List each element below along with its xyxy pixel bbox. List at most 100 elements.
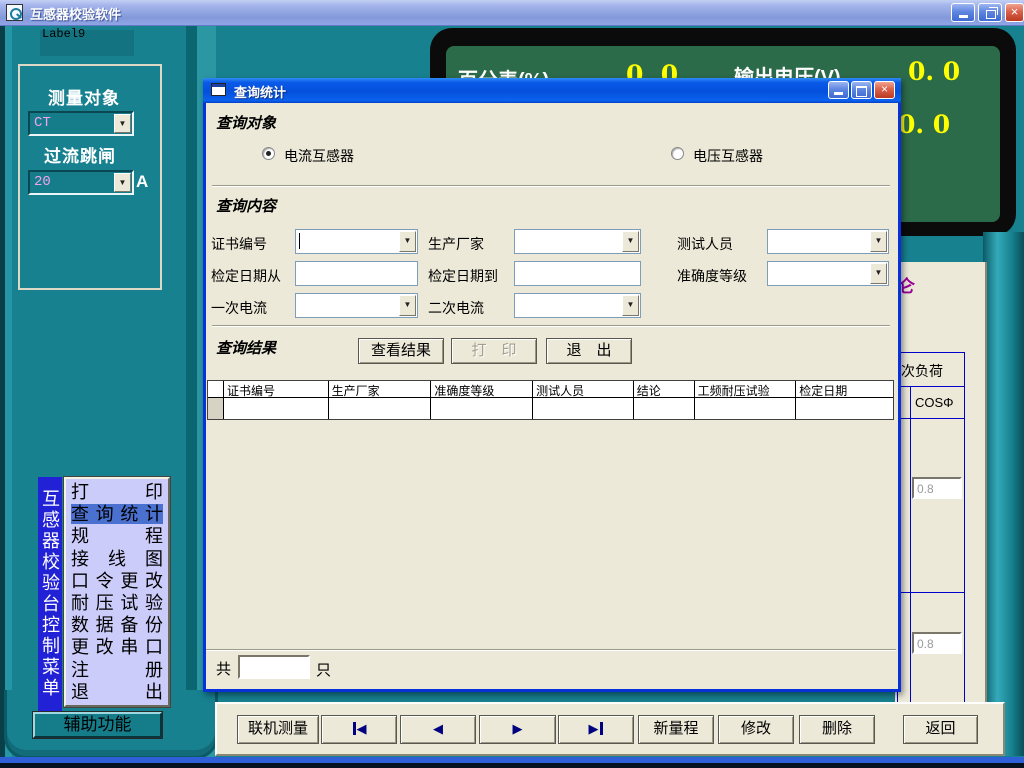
- cos-phi-input-2[interactable]: 0.8: [912, 632, 962, 654]
- chevron-down-icon[interactable]: ▼: [622, 231, 639, 252]
- trip-combo[interactable]: 20 ▼: [28, 170, 134, 195]
- nav-first-button[interactable]: ◀: [321, 715, 397, 744]
- primary-current-label: 一次电流: [211, 298, 267, 318]
- chevron-down-icon[interactable]: ▼: [870, 263, 887, 284]
- table-line: [898, 418, 964, 419]
- text-caret: [299, 233, 300, 249]
- menu-item-wiring-diagram[interactable]: 接线图: [71, 549, 163, 569]
- date-to-input[interactable]: [514, 261, 641, 286]
- radio-current-transformer-label[interactable]: 电流互感器: [284, 146, 354, 166]
- section-query-content: 查询内容: [216, 195, 276, 216]
- menu-item-change-serial[interactable]: 更改串口: [71, 637, 163, 657]
- exit-button[interactable]: 退 出: [546, 338, 632, 364]
- measure-object-label: 测量对象: [48, 84, 120, 109]
- secondary-current-label: 二次电流: [428, 298, 484, 318]
- aux-functions-button[interactable]: 辅助功能: [33, 712, 162, 738]
- radio-current-transformer[interactable]: [262, 147, 275, 160]
- table-line: [898, 592, 964, 593]
- print-button[interactable]: 打 印: [451, 338, 537, 364]
- table-row[interactable]: [208, 398, 893, 419]
- nav-next-button[interactable]: ▶: [479, 715, 556, 744]
- chevron-down-icon[interactable]: ▼: [870, 231, 887, 252]
- voltage-value: 0. 0: [908, 57, 960, 86]
- chevron-down-icon[interactable]: ▼: [114, 114, 131, 133]
- chevron-down-icon[interactable]: ▼: [399, 295, 416, 316]
- radio-voltage-transformer-label[interactable]: 电压互感器: [693, 146, 763, 166]
- section-query-result: 查询结果: [216, 337, 276, 358]
- section-query-object: 查询对象: [216, 112, 276, 133]
- table-cell[interactable]: [634, 398, 695, 419]
- table-cell[interactable]: [695, 398, 797, 419]
- menu-item-print[interactable]: 打印: [71, 482, 163, 502]
- table-cell[interactable]: [533, 398, 634, 419]
- modify-button[interactable]: 修改: [718, 715, 794, 744]
- accuracy-label: 准确度等级: [677, 266, 747, 286]
- nav-next-icon: ▶: [513, 721, 523, 736]
- col-manufacturer: 生产厂家: [329, 381, 432, 398]
- new-range-button[interactable]: 新量程: [638, 715, 714, 744]
- table-cell[interactable]: [796, 398, 893, 419]
- minimize-icon: [959, 15, 968, 18]
- date-from-input[interactable]: [295, 261, 418, 286]
- main-minimize-button[interactable]: [951, 3, 975, 22]
- bottom-dark-band: [0, 763, 1024, 768]
- measure-object-value: CT: [34, 115, 51, 131]
- online-measure-button[interactable]: 联机测量: [237, 715, 319, 744]
- chevron-down-icon[interactable]: ▼: [399, 231, 416, 252]
- view-results-button[interactable]: 查看结果: [358, 338, 444, 364]
- measure-object-combo[interactable]: CT ▼: [28, 111, 134, 136]
- dialog-close-button[interactable]: ×: [874, 81, 895, 99]
- load-label: 次负荷: [901, 361, 943, 381]
- form-icon: [211, 83, 226, 96]
- menu-item-rules[interactable]: 规程: [71, 526, 163, 546]
- nav-last-button[interactable]: ▶: [558, 715, 634, 744]
- table-cell[interactable]: [329, 398, 432, 419]
- table-cell[interactable]: [224, 398, 329, 419]
- back-button[interactable]: 返回: [903, 715, 978, 744]
- close-icon: ×: [1011, 4, 1019, 19]
- radio-voltage-transformer[interactable]: [671, 147, 684, 160]
- manufacturer-combo[interactable]: ▼: [514, 229, 641, 254]
- cert-no-combo[interactable]: ▼: [295, 229, 418, 254]
- dialog-title: 查询统计: [234, 82, 286, 101]
- date-to-label: 检定日期到: [428, 266, 498, 286]
- bottom-toolbar: 联机测量 ◀ ◀ ▶ ▶ 新量程 修改 删除 返回: [215, 702, 1005, 756]
- row-selector-header: [208, 381, 224, 398]
- voltage-value-2: 0. 0: [898, 110, 950, 139]
- nav-prev-button[interactable]: ◀: [400, 715, 476, 744]
- delete-button[interactable]: 删除: [799, 715, 875, 744]
- chevron-down-icon[interactable]: ▼: [622, 295, 639, 316]
- trip-label: 过流跳闸: [44, 142, 116, 167]
- minimize-icon: [834, 92, 843, 95]
- nav-last-icon: ▶: [589, 721, 599, 736]
- divider: [212, 325, 890, 327]
- menu-item-query-stats[interactable]: 查询统计: [71, 504, 163, 524]
- cert-no-label: 证书编号: [211, 234, 267, 254]
- menu-item-register[interactable]: 注册: [71, 660, 163, 680]
- dialog-maximize-button[interactable]: [851, 81, 872, 99]
- maximize-icon: [856, 86, 867, 97]
- row-selector-cell[interactable]: [208, 398, 224, 419]
- total-count-input[interactable]: [238, 655, 310, 679]
- menu-item-withstand-test[interactable]: 耐压试验: [71, 593, 163, 613]
- trip-unit-label: A: [136, 172, 148, 192]
- accuracy-combo[interactable]: ▼: [767, 261, 889, 286]
- tester-combo[interactable]: ▼: [767, 229, 889, 254]
- table-cell[interactable]: [431, 398, 533, 419]
- app-icon: [6, 4, 23, 21]
- secondary-current-combo[interactable]: ▼: [514, 293, 641, 318]
- cos-phi-input-1[interactable]: 0.8: [912, 477, 962, 499]
- primary-current-combo[interactable]: ▼: [295, 293, 418, 318]
- query-stats-dialog: 查询统计 × 查询对象 电流互感器 电压互感器 查询内容 证书编号 ▼ 生产厂家…: [203, 78, 901, 692]
- dialog-titlebar[interactable]: 查询统计 ×: [203, 78, 901, 103]
- main-restore-button[interactable]: [978, 3, 1002, 22]
- menu-item-data-backup[interactable]: 数据备份: [71, 615, 163, 635]
- menu-item-exit[interactable]: 退出: [71, 682, 163, 702]
- divider: [206, 649, 896, 651]
- results-table-header: 证书编号 生产厂家 准确度等级 测试人员 结论 工频耐压试验 检定日期: [208, 381, 893, 398]
- chevron-down-icon[interactable]: ▼: [114, 173, 131, 192]
- dialog-minimize-button[interactable]: [828, 81, 849, 99]
- main-close-button[interactable]: ×: [1005, 3, 1024, 22]
- results-table: 证书编号 生产厂家 准确度等级 测试人员 结论 工频耐压试验 检定日期: [207, 380, 894, 420]
- menu-item-change-password[interactable]: 口令更改: [71, 571, 163, 591]
